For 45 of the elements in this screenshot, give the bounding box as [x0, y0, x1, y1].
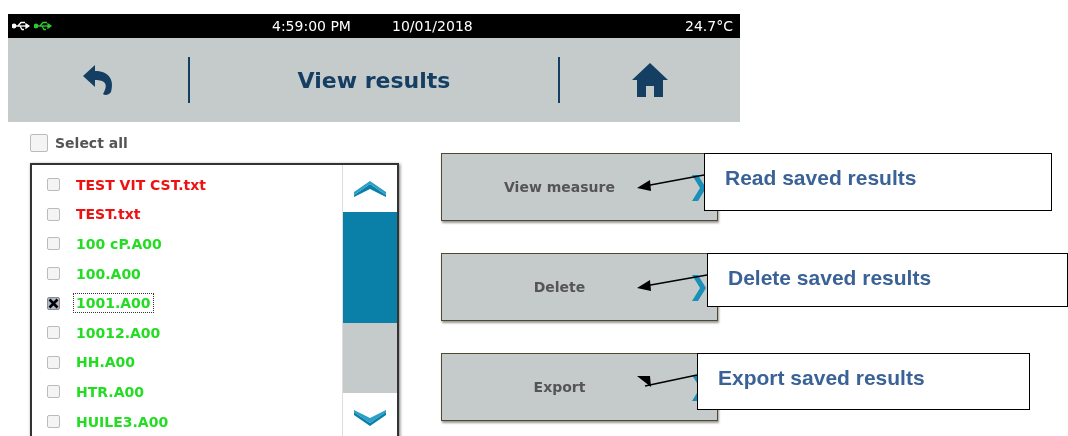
select-all-label[interactable]: Select all [55, 135, 128, 151]
usb-icon [12, 21, 30, 31]
file-name[interactable]: 100 cP.A00 [73, 234, 165, 254]
action-button[interactable]: Delete [441, 253, 718, 321]
checkbox[interactable] [47, 207, 60, 221]
file-name[interactable]: TEST VIT CST.txt [73, 174, 209, 195]
annotation-callout: Export saved results [697, 353, 1030, 410]
file-name[interactable]: HH.A00 [73, 352, 139, 373]
action-button[interactable]: Export [441, 353, 718, 421]
checkbox[interactable] [30, 134, 48, 152]
checkbox[interactable] [47, 267, 60, 281]
home-icon [631, 62, 669, 98]
checkbox[interactable] [47, 415, 60, 429]
checkbox[interactable] [47, 237, 60, 251]
action-button[interactable]: View measure [441, 153, 718, 221]
scrollbar[interactable] [342, 165, 397, 436]
home-button[interactable] [631, 62, 669, 98]
back-arrow-icon [81, 64, 115, 96]
checkbox[interactable] [47, 178, 60, 192]
annotation-arrow [637, 174, 705, 191]
annotation-arrow [637, 374, 698, 387]
annotation-callout: Delete saved results [707, 253, 1068, 307]
file-name[interactable]: 100.A00 [73, 263, 144, 284]
back-button[interactable] [81, 64, 115, 96]
date-text: 10/01/2018 [392, 18, 474, 34]
chevron-right-icon [692, 175, 706, 201]
scroll-thumb[interactable] [343, 212, 397, 323]
chevron-up-icon[interactable] [353, 180, 387, 197]
clock-time: 4:59:00 PM [272, 18, 352, 34]
file-name[interactable]: HTR.A00 [73, 381, 147, 402]
checkbox[interactable] [47, 326, 60, 340]
annotation-arrow [637, 274, 708, 291]
chevron-down-icon[interactable] [353, 410, 387, 426]
usb-icon [34, 21, 52, 31]
temperature-reading: 24.7°C [685, 18, 733, 34]
file-name[interactable]: 10012.A00 [73, 322, 164, 343]
screen-title: View results [297, 67, 451, 93]
file-name[interactable]: TEST.txt [73, 204, 144, 225]
checkbox[interactable] [47, 296, 60, 310]
chevron-right-icon [692, 275, 706, 301]
annotation-callout: Read saved results [704, 153, 1052, 211]
checkbox[interactable] [47, 385, 60, 399]
file-name[interactable]: 1001.A00 [73, 293, 154, 314]
checkbox[interactable] [47, 355, 60, 369]
file-name[interactable]: HUILE3.A00 [73, 411, 172, 432]
